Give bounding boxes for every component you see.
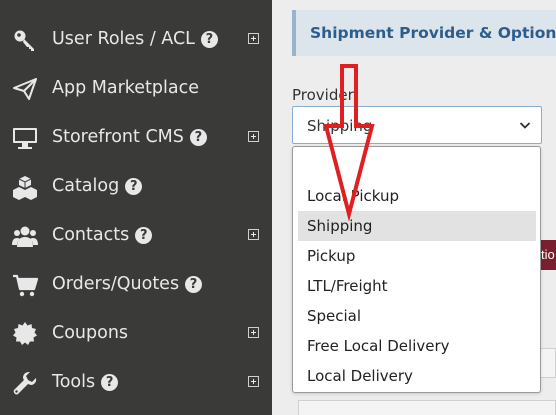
action-button-partial[interactable]: tio: [541, 240, 556, 270]
help-icon[interactable]: ?: [185, 276, 203, 293]
dropdown-option-pickup[interactable]: Pickup: [298, 241, 536, 271]
help-icon[interactable]: ?: [189, 129, 207, 146]
dropdown-option-local-delivery[interactable]: Local Delivery: [298, 361, 536, 391]
key-icon: [12, 27, 38, 53]
sidebar-item-coupons[interactable]: Coupons: [0, 309, 272, 358]
sidebar-item-label: Storefront CMS: [52, 127, 184, 147]
help-icon[interactable]: ?: [101, 374, 119, 391]
action-button-label: tio: [541, 247, 555, 262]
sidebar-item-catalog[interactable]: Catalog?: [0, 162, 272, 211]
expand-icon[interactable]: [248, 376, 259, 387]
background-field: [298, 400, 556, 415]
expand-icon[interactable]: [248, 131, 259, 142]
cubes-icon: [12, 174, 38, 200]
cart-icon: [12, 272, 38, 298]
help-icon[interactable]: ?: [125, 178, 143, 195]
dropdown-option-free-local-delivery[interactable]: Free Local Delivery: [298, 331, 536, 361]
sidebar-item-app-marketplace[interactable]: App Marketplace: [0, 64, 272, 113]
dropdown-option-ltl-freight[interactable]: LTL/Freight: [298, 271, 536, 301]
panel-header: Shipment Provider & Options:: [292, 10, 556, 56]
sidebar-item-orders-quotes[interactable]: Orders/Quotes?: [0, 260, 272, 309]
sidebar-item-label: User Roles / ACL: [52, 29, 195, 49]
badge-icon: [12, 321, 38, 347]
sidebar-item-tools[interactable]: Tools?: [0, 358, 272, 407]
expand-icon[interactable]: [248, 229, 259, 240]
help-icon[interactable]: ?: [135, 227, 153, 244]
monitor-icon: [12, 125, 38, 151]
sidebar-item-contacts[interactable]: Contacts?: [0, 211, 272, 260]
users-icon: [12, 223, 38, 249]
dropdown-option-special[interactable]: Special: [298, 301, 536, 331]
expand-icon[interactable]: [248, 33, 259, 44]
sidebar-item-user-roles[interactable]: User Roles / ACL?: [0, 15, 272, 64]
chevron-down-icon: [519, 122, 531, 129]
paper-plane-icon: [12, 76, 38, 102]
sidebar-item-label: Orders/Quotes: [52, 274, 180, 294]
annotation-arrow-icon: [323, 64, 375, 222]
sidebar-item-label: Catalog: [52, 176, 120, 196]
sidebar-item-label: Tools: [52, 372, 96, 392]
sidebar-item-label: App Marketplace: [52, 78, 199, 98]
expand-icon[interactable]: [248, 327, 259, 338]
sidebar: User Roles / ACL? App Marketplace Storef…: [0, 0, 272, 415]
sidebar-item-storefront-cms[interactable]: Storefront CMS?: [0, 113, 272, 162]
wrench-icon: [12, 370, 38, 396]
sidebar-item-label: Coupons: [52, 323, 129, 343]
help-icon[interactable]: ?: [200, 31, 218, 48]
sidebar-item-label: Contacts: [52, 225, 130, 245]
panel-title: Shipment Provider & Options:: [310, 24, 556, 42]
